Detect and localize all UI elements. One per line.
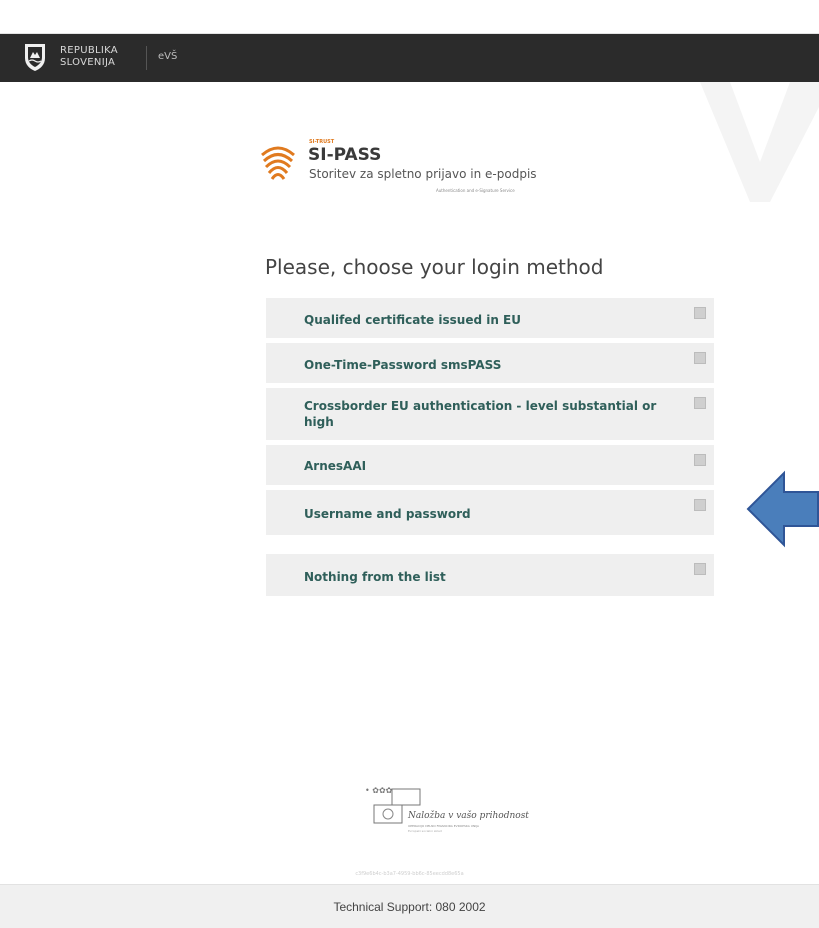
coat-of-arms-icon [25, 44, 45, 71]
info-icon[interactable] [694, 352, 706, 364]
technical-support-text: Technical Support: 080 2002 [333, 900, 486, 914]
login-method-nothing-from-list[interactable]: Nothing from the list [266, 554, 714, 596]
session-hash: c3f9e6b4c-b3a7-4959-bb6c-85eecdd8e65a [355, 871, 464, 877]
info-icon[interactable] [694, 397, 706, 409]
login-method-label: Username and password [304, 507, 471, 521]
browser-top-strip [0, 0, 819, 34]
login-method-label: Qualifed certificate issued in EU [304, 313, 521, 327]
government-name: REPUBLIKA SLOVENIJA [60, 45, 118, 69]
left-arrow-icon [746, 470, 819, 548]
info-icon[interactable] [694, 307, 706, 319]
eu-logo-subtext: OPERACIJO DELNO FINANCIRA EVROPSKA UNIJA [408, 824, 480, 828]
svg-text:• ✿✿✿: • ✿✿✿ [365, 786, 393, 795]
login-method-smspass[interactable]: One-Time-Password smsPASS [266, 343, 714, 383]
login-method-crossborder-eu[interactable]: Crossborder EU authentication - level su… [266, 388, 714, 440]
brand-subtitle: Storitev za spletno prijavo in e-podpis [309, 167, 537, 181]
brand-name: SI-PASS [308, 145, 382, 165]
government-header-bar: REPUBLIKA SLOVENIJA eVŠ [0, 34, 819, 82]
login-method-qualified-certificate[interactable]: Qualifed certificate issued in EU [266, 298, 714, 338]
government-name-line2: SLOVENIJA [60, 57, 116, 68]
info-icon[interactable] [694, 563, 706, 575]
eu-logo-subtext2: Evropski socialni sklad [408, 829, 442, 833]
eu-funding-logo: • ✿✿✿ Naložba v vašo prihodnost OPERACIJ… [360, 780, 580, 850]
page-title: Please, choose your login method [265, 255, 604, 279]
background-watermark [700, 82, 819, 202]
header-divider [146, 46, 147, 70]
login-method-label: One-Time-Password smsPASS [304, 358, 502, 372]
section-label[interactable]: eVŠ [158, 51, 177, 62]
login-method-username-password[interactable]: Username and password [266, 490, 714, 535]
government-name-line1: REPUBLIKA [60, 45, 118, 56]
si-pass-brand: SI-TRUST SI-PASS Storitev za spletno pri… [258, 135, 618, 205]
login-method-arnesaai[interactable]: ArnesAAI [266, 445, 714, 485]
login-method-label: Crossborder EU authentication - level su… [304, 399, 657, 429]
info-icon[interactable] [694, 499, 706, 511]
fingerprint-icon [261, 146, 295, 180]
eu-logo-graphic: • ✿✿✿ Naložba v vašo prihodnost OPERACIJ… [365, 786, 529, 833]
brand-subtitle-en: Authentication and e-Signature Service [436, 188, 515, 193]
login-method-label: ArnesAAI [304, 459, 367, 473]
info-icon[interactable] [694, 454, 706, 466]
page-footer: Technical Support: 080 2002 [0, 884, 819, 928]
login-method-label: Nothing from the list [304, 570, 446, 584]
eu-logo-text: Naložba v vašo prihodnost [407, 810, 529, 821]
